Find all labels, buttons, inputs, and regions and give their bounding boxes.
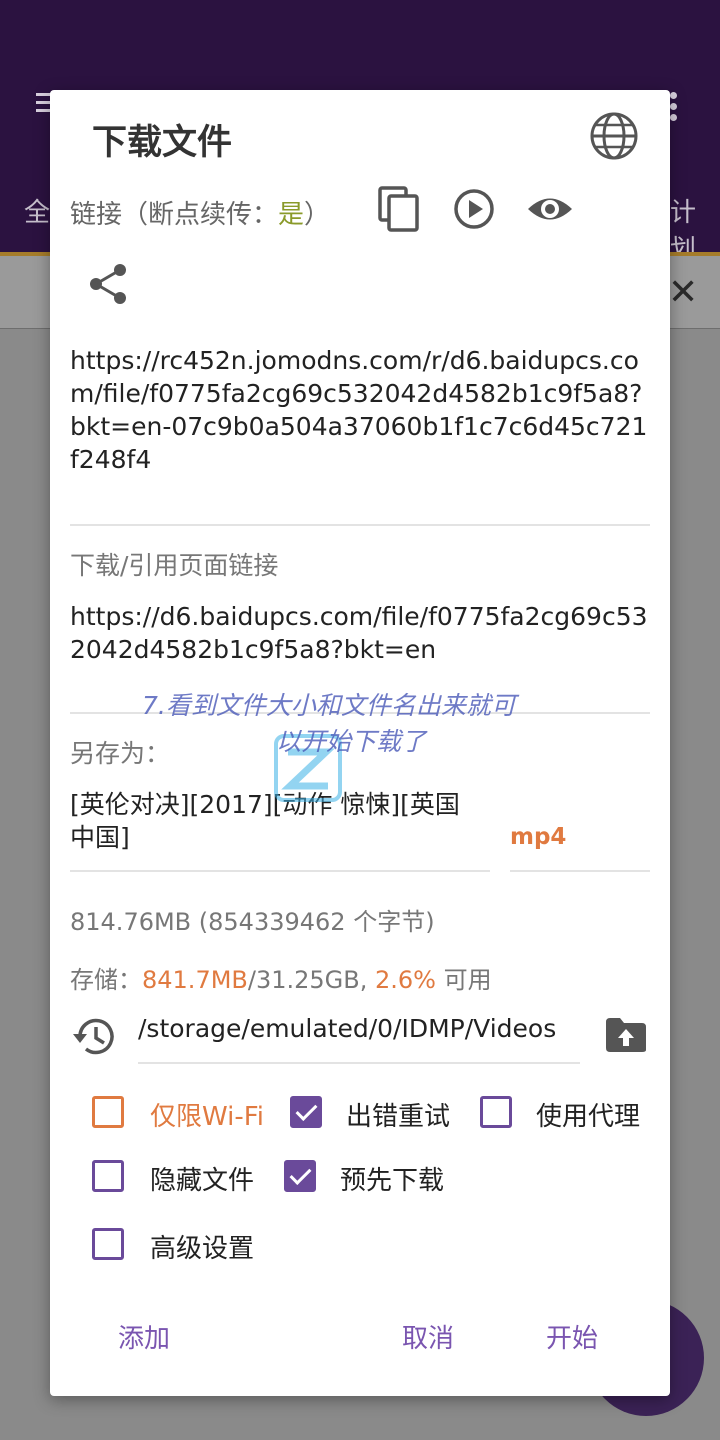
file-size: 814.76MB (854339462 个字节) [70, 908, 435, 936]
hidden-file-label: 隐藏文件 [150, 1166, 255, 1196]
pre-download-checkbox[interactable] [284, 1160, 316, 1192]
retry-on-error-label: 出错重试 [346, 1102, 451, 1132]
link-label-prefix: 链接（断点续传： [70, 200, 279, 230]
wifi-only-checkbox[interactable] [92, 1096, 124, 1128]
divider [70, 524, 650, 526]
pre-download-label: 预先下载 [340, 1166, 445, 1196]
link-label-suffix: ） [304, 200, 331, 230]
history-icon[interactable] [72, 1014, 118, 1060]
folder-upload-icon[interactable] [604, 1016, 648, 1054]
watermark-text-1: 7.看到文件大小和文件名出来就可 [142, 691, 516, 720]
wifi-only-label: 仅限Wi-Fi [150, 1102, 265, 1132]
divider [510, 870, 650, 872]
copy-icon[interactable] [376, 186, 420, 232]
referer-url-field[interactable]: https://d6.baidupcs.com/file/f0775fa2cg6… [70, 600, 650, 666]
advanced-settings-checkbox[interactable] [92, 1228, 124, 1260]
retry-on-error-checkbox[interactable] [290, 1096, 322, 1128]
storage-prefix: 存储： [70, 966, 142, 994]
referer-label: 下载/引用页面链接 [70, 551, 279, 580]
eye-icon[interactable] [526, 186, 574, 232]
dialog-title: 下载文件 [92, 123, 233, 163]
resume-support-value: 是 [278, 200, 305, 230]
download-dialog: 下载文件 链接（断点续传：是） https://rc452n.jomodns.c… [50, 90, 670, 1396]
background-tab-left[interactable]: 全 [24, 192, 50, 229]
url-field[interactable]: https://rc452n.jomodns.com/r/d6.baidupcs… [70, 344, 650, 476]
storage-total: /31.25GB, [247, 966, 376, 994]
use-proxy-label: 使用代理 [536, 1102, 641, 1132]
divider [138, 1062, 580, 1064]
close-icon[interactable]: ✕ [668, 272, 698, 313]
use-proxy-checkbox[interactable] [480, 1096, 512, 1128]
advanced-settings-label: 高级设置 [150, 1234, 255, 1264]
hidden-file-checkbox[interactable] [92, 1160, 124, 1192]
share-icon[interactable] [86, 262, 130, 306]
cancel-button[interactable]: 取消 [402, 1318, 454, 1355]
storage-suffix: 可用 [436, 966, 492, 994]
save-as-label: 另存为： [70, 739, 171, 768]
watermark-text-2: 以开始下载了 [276, 727, 427, 756]
divider [70, 870, 490, 872]
link-label: 链接（断点续传：是） [70, 194, 330, 231]
extension-field[interactable]: mp4 [510, 824, 566, 850]
play-icon[interactable] [452, 186, 496, 232]
start-button[interactable]: 开始 [546, 1318, 598, 1355]
storage-info: 存储：841.7MB/31.25GB, 2.6% 可用 [70, 960, 492, 995]
add-button[interactable]: 添加 [118, 1318, 170, 1355]
more-options-icon[interactable] [670, 88, 678, 125]
storage-percent: 2.6% [375, 966, 436, 994]
globe-icon[interactable] [588, 110, 640, 162]
storage-used: 841.7MB [142, 966, 248, 994]
save-path-field[interactable]: /storage/emulated/0/IDMP/Videos [138, 1014, 556, 1043]
